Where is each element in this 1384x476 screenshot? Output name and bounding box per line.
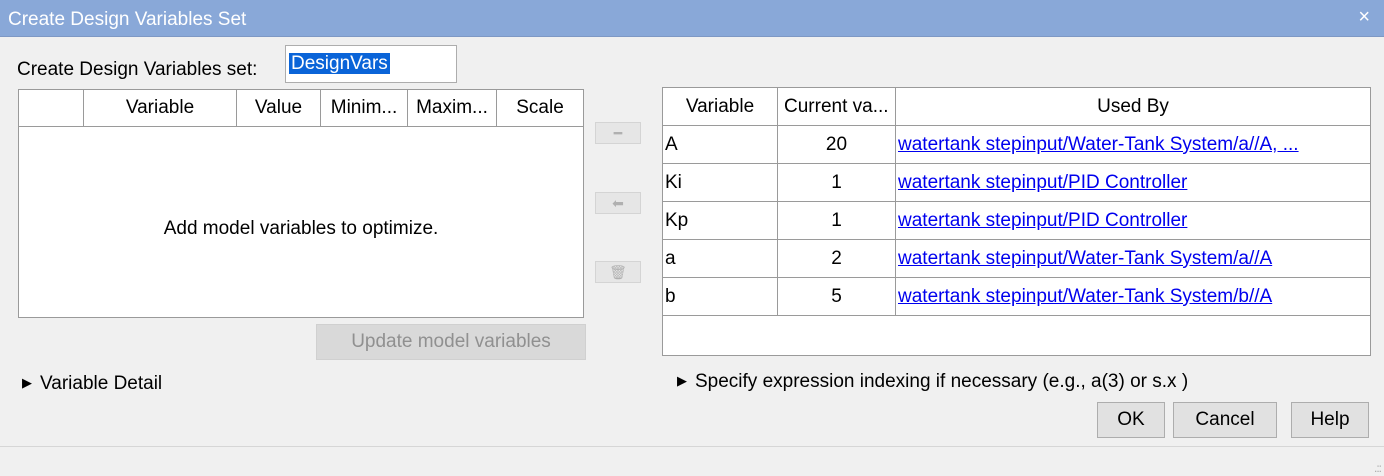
delete-variable-button[interactable]: 🗑 xyxy=(595,261,641,283)
used-by-cell: watertank stepinput/PID Controller xyxy=(896,164,1370,201)
used-by-link[interactable]: watertank stepinput/PID Controller xyxy=(898,172,1187,193)
used-by-cell: watertank stepinput/Water-Tank System/a/… xyxy=(896,126,1370,163)
minus-icon: ━ xyxy=(613,125,623,141)
column-header-select[interactable] xyxy=(19,90,84,126)
used-by-link[interactable]: watertank stepinput/PID Controller xyxy=(898,210,1187,231)
table-row[interactable]: Kp 1 watertank stepinput/PID Controller xyxy=(663,202,1370,240)
variable-detail-label: Variable Detail xyxy=(40,373,163,394)
update-model-variables-button[interactable]: Update model variables xyxy=(316,324,586,360)
design-variables-table-header: Variable Value Minim... Maxim... Scale xyxy=(19,90,583,127)
table-row[interactable]: A 20 watertank stepinput/Water-Tank Syst… xyxy=(663,126,1370,164)
variable-cell: A xyxy=(663,126,778,163)
used-by-cell: watertank stepinput/PID Controller xyxy=(896,202,1370,239)
close-icon[interactable]: × xyxy=(1358,6,1370,29)
used-by-link[interactable]: watertank stepinput/Water-Tank System/b/… xyxy=(898,286,1272,307)
expand-triangle-icon: ▶ xyxy=(22,375,32,390)
used-by-link[interactable]: watertank stepinput/Water-Tank System/a/… xyxy=(898,248,1272,269)
name-field-label: Create Design Variables set: xyxy=(17,59,258,80)
empty-table-message: Add model variables to optimize. xyxy=(163,218,439,239)
current-value-cell: 5 xyxy=(778,278,896,315)
variable-detail-toggle[interactable]: ▶ Variable Detail xyxy=(22,373,162,395)
current-value-cell: 1 xyxy=(778,164,896,201)
column-header-current-value[interactable]: Current va... xyxy=(778,88,896,125)
title-bar: Create Design Variables Set × xyxy=(0,0,1384,37)
used-by-link[interactable]: watertank stepinput/Water-Tank System/a/… xyxy=(898,134,1299,155)
current-value-cell: 2 xyxy=(778,240,896,277)
name-input-value: DesignVars xyxy=(289,53,390,74)
window-title: Create Design Variables Set xyxy=(8,9,247,30)
variable-cell: Ki xyxy=(663,164,778,201)
used-by-cell: watertank stepinput/Water-Tank System/b/… xyxy=(896,278,1370,315)
column-header-variable[interactable]: Variable xyxy=(84,90,237,126)
variables-set-name-input[interactable]: DesignVars xyxy=(285,45,457,83)
current-value-cell: 20 xyxy=(778,126,896,163)
column-header-value[interactable]: Value xyxy=(237,90,321,126)
status-bar: .:: xyxy=(0,446,1384,476)
variable-cell: a xyxy=(663,240,778,277)
expression-indexing-label: Specify expression indexing if necessary… xyxy=(695,371,1189,392)
table-row[interactable]: a 2 watertank stepinput/Water-Tank Syste… xyxy=(663,240,1370,278)
used-by-cell: watertank stepinput/Water-Tank System/a/… xyxy=(896,240,1370,277)
design-variables-table[interactable]: Variable Value Minim... Maxim... Scale A… xyxy=(18,89,584,318)
ok-button[interactable]: OK xyxy=(1097,402,1165,438)
column-header-maximum[interactable]: Maxim... xyxy=(408,90,497,126)
cancel-button[interactable]: Cancel xyxy=(1173,402,1277,438)
column-header-scale[interactable]: Scale xyxy=(497,90,583,126)
remove-variable-button[interactable]: ━ xyxy=(595,122,641,144)
expand-triangle-icon: ▶ xyxy=(677,373,687,388)
column-header-minimum[interactable]: Minim... xyxy=(321,90,408,126)
model-variables-table[interactable]: Variable Current va... Used By A 20 wate… xyxy=(662,87,1371,356)
add-variable-button[interactable]: ⬅ xyxy=(595,192,641,214)
variable-cell: Kp xyxy=(663,202,778,239)
resize-grip-icon[interactable]: .:: xyxy=(1374,461,1382,475)
expression-indexing-toggle[interactable]: ▶ Specify expression indexing if necessar… xyxy=(677,371,1188,393)
column-header-used-by[interactable]: Used By xyxy=(896,88,1370,125)
arrow-left-icon: ⬅ xyxy=(612,195,624,211)
model-variables-table-header: Variable Current va... Used By xyxy=(663,88,1370,126)
trash-icon: 🗑 xyxy=(609,264,627,280)
help-button[interactable]: Help xyxy=(1291,402,1369,438)
table-row[interactable]: Ki 1 watertank stepinput/PID Controller xyxy=(663,164,1370,202)
variable-cell: b xyxy=(663,278,778,315)
column-header-variable[interactable]: Variable xyxy=(663,88,778,125)
table-row[interactable]: b 5 watertank stepinput/Water-Tank Syste… xyxy=(663,278,1370,316)
current-value-cell: 1 xyxy=(778,202,896,239)
